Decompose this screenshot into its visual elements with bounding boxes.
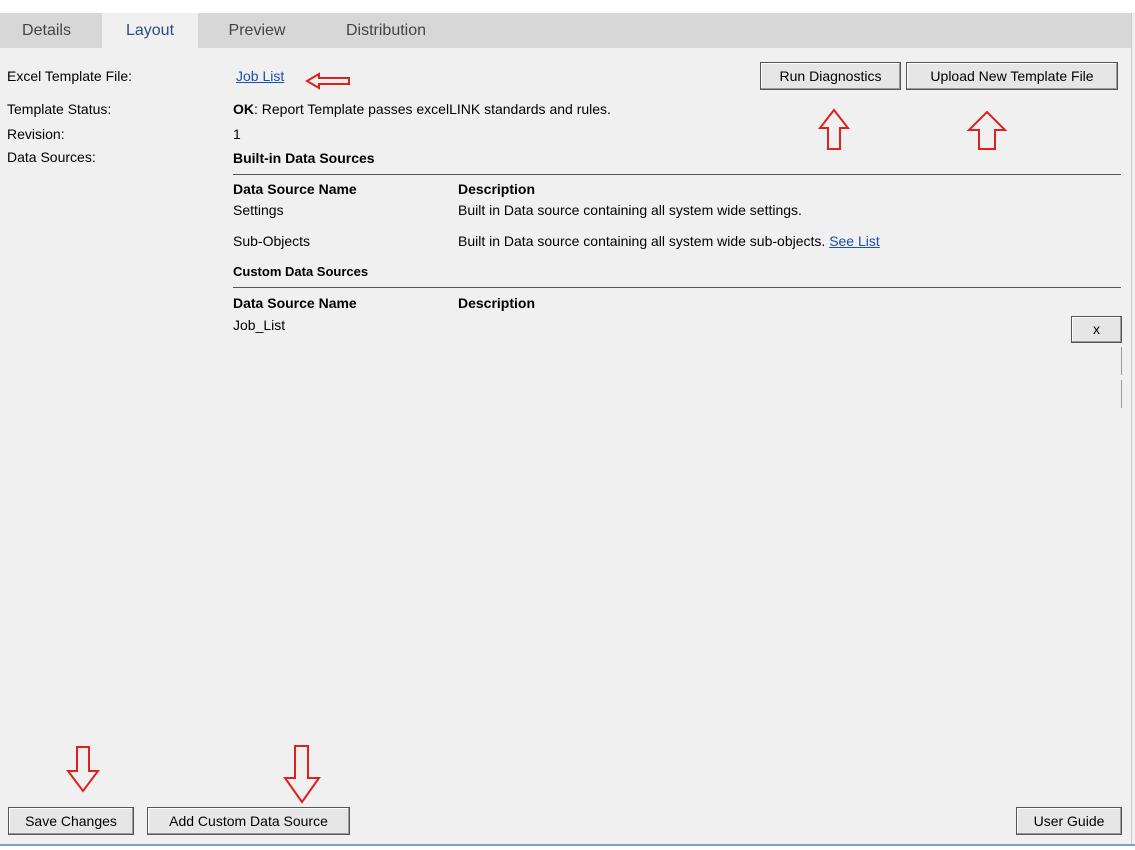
see-list-link[interactable]: See List <box>829 233 880 249</box>
builtin-col-desc: Description <box>458 181 536 197</box>
scroll-indicator <box>1121 347 1122 375</box>
save-changes-button[interactable]: Save Changes <box>8 807 134 835</box>
tab-distribution[interactable]: Distribution <box>325 13 447 48</box>
add-custom-data-source-button[interactable]: Add Custom Data Source <box>147 807 350 835</box>
builtin-heading: Built-in Data Sources <box>233 150 375 166</box>
template-file-link[interactable]: Job List <box>236 68 284 84</box>
scroll-indicator <box>1121 380 1122 408</box>
custom-col-name: Data Source Name <box>233 295 357 311</box>
upload-template-button[interactable]: Upload New Template File <box>906 62 1118 90</box>
arrow-down-icon <box>283 745 321 804</box>
builtin-row-desc: Built in Data source containing all syst… <box>458 233 826 249</box>
status-message: : Report Template passes excelLINK stand… <box>254 101 611 117</box>
revision-value: 1 <box>233 126 241 142</box>
template-status-value: OK: Report Template passes excelLINK sta… <box>233 101 611 117</box>
tab-bar: Details Layout Preview Distribution <box>0 13 1131 48</box>
tab-details[interactable]: Details <box>0 13 93 48</box>
builtin-row-name: Settings <box>233 202 284 218</box>
builtin-row-desc: Built in Data source containing all syst… <box>458 202 802 218</box>
builtin-row-name: Sub-Objects <box>233 233 311 249</box>
builtin-divider <box>233 174 1121 175</box>
custom-heading: Custom Data Sources <box>233 264 369 279</box>
user-guide-button[interactable]: User Guide <box>1016 807 1122 835</box>
custom-col-desc: Description <box>458 295 536 311</box>
arrow-down-icon <box>66 746 100 793</box>
revision-label: Revision: <box>7 126 65 142</box>
template-file-label: Excel Template File: <box>7 68 133 84</box>
top-strip <box>0 0 1135 13</box>
custom-row-name: Job_List <box>233 317 286 333</box>
builtin-col-name: Data Source Name <box>233 181 357 197</box>
panel-right-edge <box>1131 13 1132 845</box>
tab-preview[interactable]: Preview <box>210 13 304 48</box>
arrow-up-icon <box>817 108 851 150</box>
template-status-label: Template Status: <box>7 101 112 117</box>
data-sources-label: Data Sources: <box>7 149 96 165</box>
builtin-row-desc-wrap: Built in Data source containing all syst… <box>458 233 880 249</box>
bottom-fill <box>0 846 1135 850</box>
status-ok: OK <box>233 101 254 117</box>
tab-layout[interactable]: Layout <box>102 13 198 48</box>
arrow-left-icon <box>305 72 350 90</box>
run-diagnostics-button[interactable]: Run Diagnostics <box>760 62 901 90</box>
arrow-up-icon <box>966 110 1008 150</box>
remove-data-source-button[interactable]: x <box>1071 316 1122 343</box>
custom-divider <box>233 287 1121 288</box>
